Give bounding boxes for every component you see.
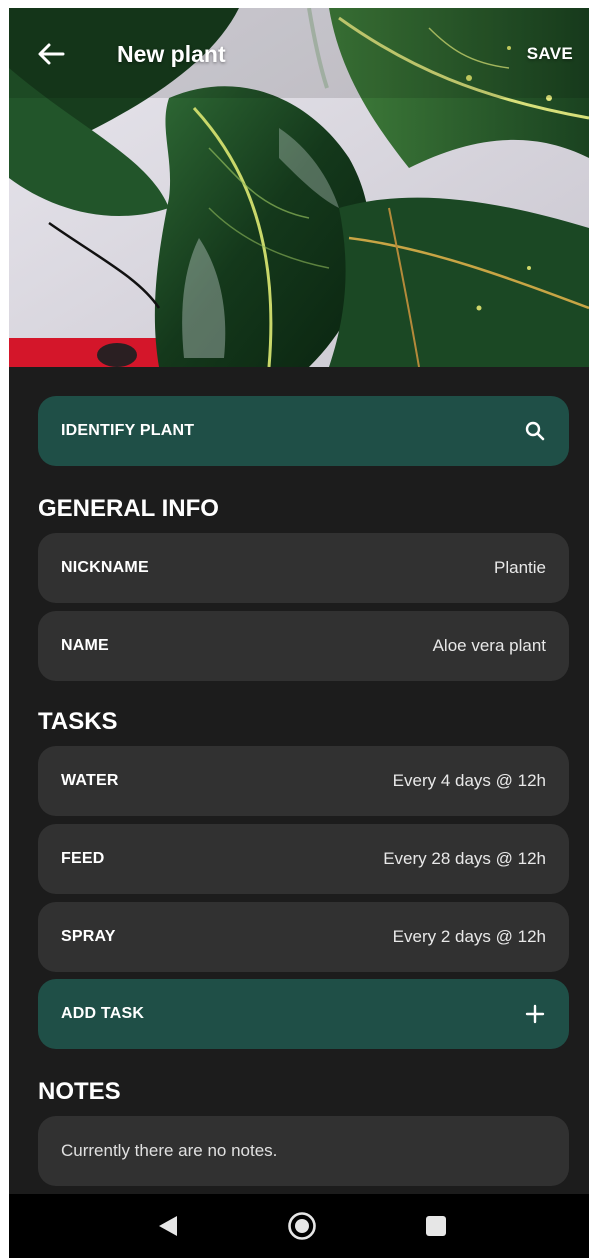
page-title: New plant (117, 41, 226, 67)
notes-heading: NOTES (38, 1078, 121, 1105)
search-icon (524, 420, 546, 442)
identify-plant-button[interactable]: IDENTIFY PLANT (38, 396, 569, 466)
task-label: FEED (61, 850, 105, 867)
task-label: WATER (61, 772, 119, 789)
plus-icon (524, 1003, 546, 1025)
general-info-heading: GENERAL INFO (38, 495, 219, 522)
add-task-label: ADD TASK (61, 1005, 145, 1022)
name-label: NAME (61, 637, 109, 654)
task-water[interactable]: WATER Every 4 days @ 12h (38, 746, 569, 816)
nav-back-icon[interactable] (157, 1214, 179, 1243)
task-feed[interactable]: FEED Every 28 days @ 12h (38, 824, 569, 894)
nickname-label: NICKNAME (61, 559, 149, 576)
notes-card[interactable]: Currently there are no notes. (38, 1116, 569, 1186)
add-task-button[interactable]: ADD TASK (38, 979, 569, 1049)
nav-recent-icon[interactable] (425, 1215, 447, 1242)
nickname-value: Plantie (494, 558, 546, 577)
nav-home-icon[interactable] (287, 1211, 317, 1246)
save-button[interactable]: SAVE (527, 44, 573, 64)
name-field[interactable]: NAME Aloe vera plant (38, 611, 569, 681)
identify-plant-label: IDENTIFY PLANT (61, 422, 195, 439)
notes-empty-text: Currently there are no notes. (61, 1141, 278, 1160)
task-label: SPRAY (61, 928, 116, 945)
task-schedule: Every 4 days @ 12h (392, 771, 546, 790)
name-value: Aloe vera plant (432, 636, 546, 655)
system-navigation-bar (9, 1194, 589, 1258)
task-schedule: Every 2 days @ 12h (392, 927, 546, 946)
task-spray[interactable]: SPRAY Every 2 days @ 12h (38, 902, 569, 972)
screen: New plant SAVE IDENTIFY PLANT GENERAL IN… (9, 8, 589, 1258)
back-arrow-icon[interactable] (35, 38, 67, 70)
task-schedule: Every 28 days @ 12h (383, 849, 546, 868)
app-bar: New plant SAVE (9, 8, 589, 104)
tasks-heading: TASKS (38, 708, 118, 735)
nickname-field[interactable]: NICKNAME Plantie (38, 533, 569, 603)
